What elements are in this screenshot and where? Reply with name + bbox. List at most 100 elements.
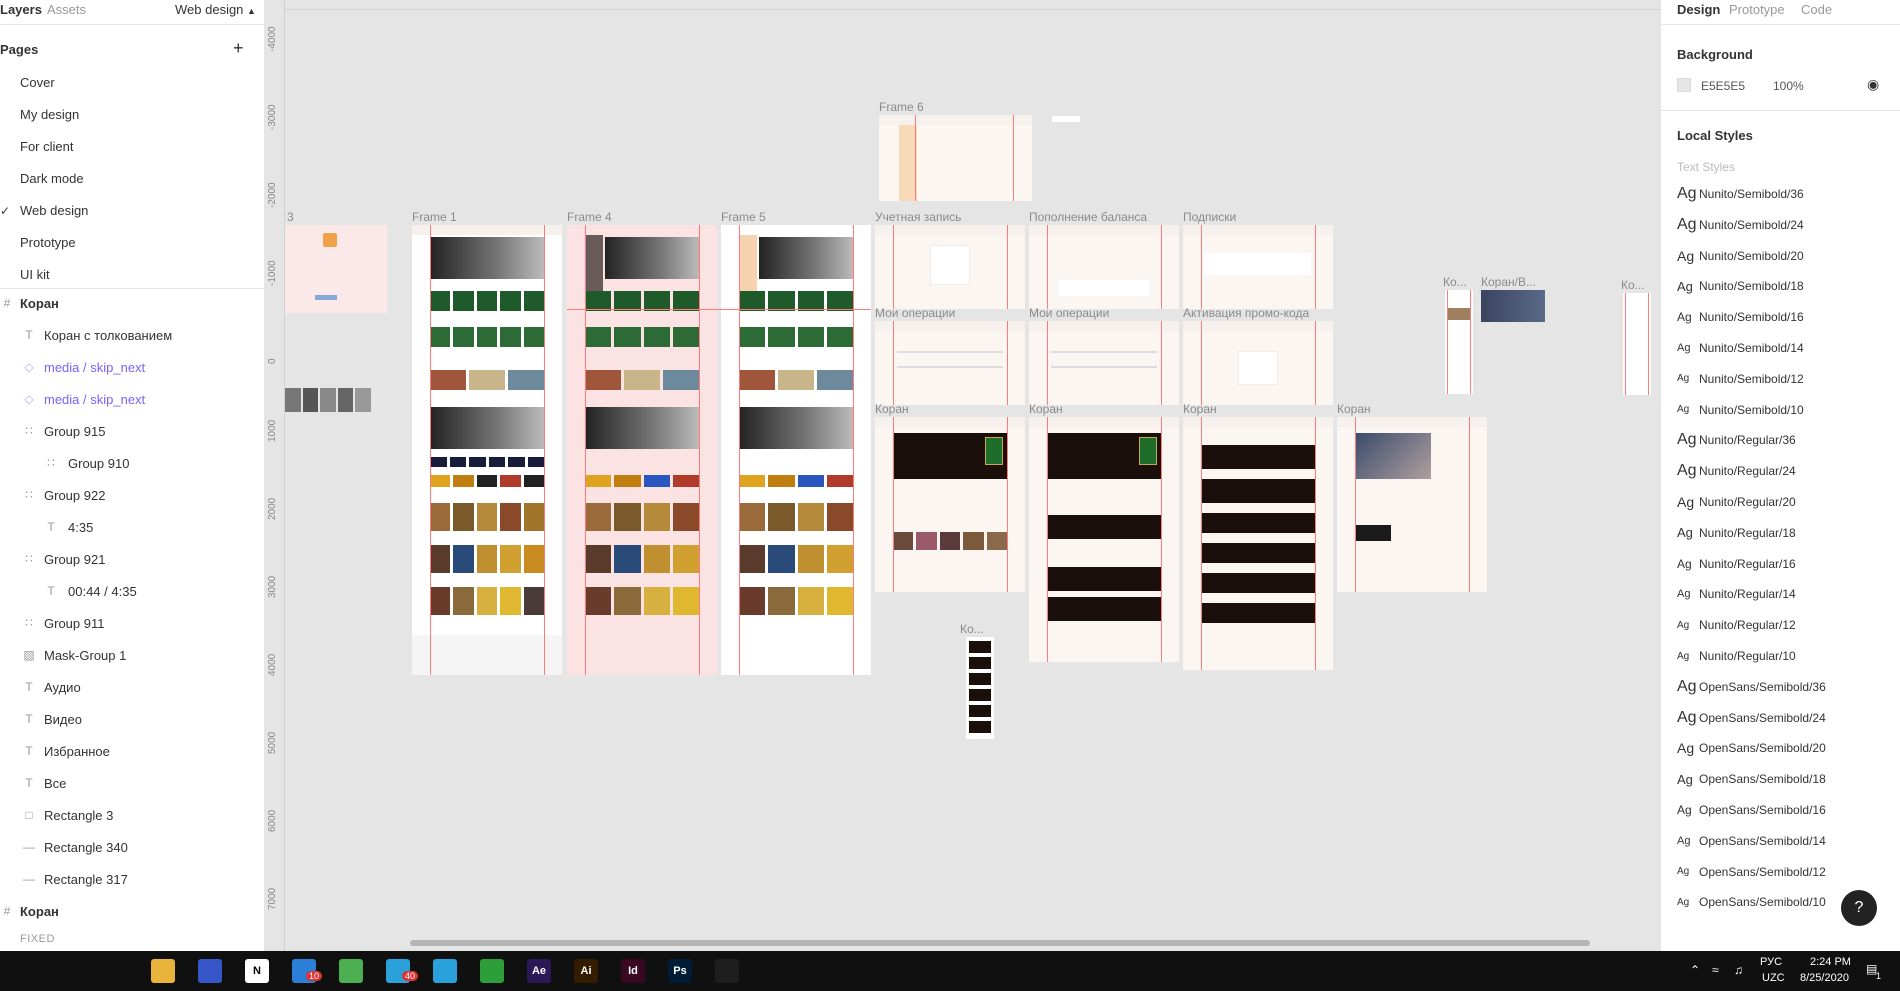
layer-row[interactable]: T Коран с толкованием bbox=[0, 319, 264, 351]
text-style-item[interactable]: Ag OpenSans/Semibold/10 bbox=[1677, 892, 1826, 912]
text-style-item[interactable]: Ag Nunito/Semibold/18 bbox=[1677, 276, 1804, 296]
layer-row[interactable]: # Коран bbox=[0, 287, 264, 319]
text-style-item[interactable]: Ag OpenSans/Semibold/20 bbox=[1677, 738, 1826, 758]
language-indicator[interactable]: РУС bbox=[1760, 956, 1782, 968]
small-element[interactable] bbox=[1052, 116, 1080, 122]
text-style-item[interactable]: Ag Nunito/Regular/10 bbox=[1677, 646, 1796, 666]
frame-koran-video[interactable] bbox=[1481, 290, 1545, 322]
layer-row[interactable]: — Rectangle 317 bbox=[0, 863, 264, 895]
text-style-item[interactable]: Ag Nunito/Regular/24 bbox=[1677, 461, 1796, 481]
layer-row[interactable]: T 00:44 / 4:35 bbox=[0, 575, 264, 607]
text-style-item[interactable]: Ag Nunito/Semibold/24 bbox=[1677, 215, 1804, 235]
text-style-item[interactable]: Ag Nunito/Regular/36 bbox=[1677, 430, 1796, 450]
text-style-item[interactable]: Ag Nunito/Semibold/10 bbox=[1677, 400, 1804, 420]
file-explorer-icon[interactable] bbox=[151, 959, 175, 983]
layer-row[interactable]: ∷ Group 915 bbox=[0, 415, 264, 447]
telegram2-icon[interactable] bbox=[433, 959, 457, 983]
chevron-up-icon[interactable]: ⌃ bbox=[1690, 963, 1700, 977]
layer-row[interactable]: # Коран bbox=[0, 895, 264, 927]
layer-row[interactable]: ∷ Group 910 bbox=[0, 447, 264, 479]
frame-subs[interactable] bbox=[1183, 225, 1333, 309]
current-page-selector[interactable]: Web design ▲ bbox=[175, 2, 256, 17]
photoshop-icon[interactable]: Ps bbox=[668, 959, 692, 983]
language-indicator-secondary[interactable]: UZC bbox=[1762, 972, 1785, 984]
figma-icon[interactable] bbox=[715, 959, 739, 983]
layer-row[interactable]: □ Rectangle 3 bbox=[0, 799, 264, 831]
frame-ko-2[interactable] bbox=[1445, 290, 1473, 394]
tab-assets[interactable]: Assets bbox=[47, 2, 86, 17]
layer-row[interactable]: T Все bbox=[0, 767, 264, 799]
background-hex[interactable]: E5E5E5 bbox=[1701, 79, 1745, 93]
eye-icon[interactable]: ◉ bbox=[1867, 76, 1879, 93]
text-style-item[interactable]: Ag Nunito/Semibold/14 bbox=[1677, 338, 1804, 358]
frame-promo[interactable] bbox=[1183, 321, 1333, 405]
frame-ko-1[interactable] bbox=[966, 637, 994, 739]
text-style-item[interactable]: Ag Nunito/Semibold/16 bbox=[1677, 307, 1804, 327]
text-style-item[interactable]: Ag OpenSans/Semibold/12 bbox=[1677, 862, 1826, 882]
clock-date[interactable]: 8/25/2020 bbox=[1800, 972, 1849, 984]
text-style-item[interactable]: Ag OpenSans/Semibold/14 bbox=[1677, 831, 1826, 851]
volume-icon[interactable]: ♫ bbox=[1734, 963, 1743, 977]
text-style-item[interactable]: Ag Nunito/Regular/12 bbox=[1677, 615, 1796, 635]
save-icon[interactable] bbox=[198, 959, 222, 983]
page-item[interactable]: My design bbox=[20, 107, 79, 122]
layer-row[interactable]: T Аудио bbox=[0, 671, 264, 703]
text-style-item[interactable]: Ag Nunito/Regular/20 bbox=[1677, 492, 1796, 512]
layer-row[interactable]: ◇ media / skip_next bbox=[0, 351, 264, 383]
text-style-item[interactable]: Ag Nunito/Regular/14 bbox=[1677, 584, 1796, 604]
page-item[interactable]: For client bbox=[20, 139, 73, 154]
text-style-item[interactable]: Ag Nunito/Semibold/12 bbox=[1677, 369, 1804, 389]
page-item[interactable]: Dark mode bbox=[20, 171, 84, 186]
text-style-item[interactable]: Ag Nunito/Semibold/20 bbox=[1677, 246, 1804, 266]
layer-row[interactable]: ◇ media / skip_next bbox=[0, 383, 264, 415]
page-item[interactable]: Web design bbox=[20, 203, 88, 218]
frame-ko-3[interactable] bbox=[1623, 293, 1651, 395]
illustrator-icon[interactable]: Ai bbox=[574, 959, 598, 983]
frame-account[interactable] bbox=[875, 225, 1025, 309]
wifi-icon[interactable]: ≈ bbox=[1712, 963, 1719, 977]
frame-6[interactable] bbox=[879, 115, 1032, 201]
help-button[interactable]: ? bbox=[1841, 890, 1877, 926]
camtasia-icon[interactable] bbox=[480, 959, 504, 983]
task-view-icon[interactable] bbox=[104, 959, 128, 983]
frame-quran-4[interactable] bbox=[1337, 417, 1487, 592]
frame-quran-2[interactable] bbox=[1029, 417, 1179, 662]
layer-row[interactable]: ▧ Mask-Group 1 bbox=[0, 639, 264, 671]
frame-1[interactable] bbox=[412, 225, 562, 675]
after-effects-icon[interactable]: Ae bbox=[527, 959, 551, 983]
frame-quran-1[interactable] bbox=[875, 417, 1025, 592]
tab-layers[interactable]: Layers bbox=[0, 2, 42, 17]
page-item[interactable]: Prototype bbox=[20, 235, 76, 250]
tab-code[interactable]: Code bbox=[1801, 2, 1832, 17]
text-style-item[interactable]: Ag OpenSans/Semibold/24 bbox=[1677, 708, 1826, 728]
horizontal-scrollbar[interactable] bbox=[410, 940, 1590, 946]
tab-design[interactable]: Design bbox=[1677, 2, 1720, 17]
text-style-item[interactable]: Ag OpenSans/Semibold/18 bbox=[1677, 769, 1826, 789]
canvas[interactable]: -4000 -3000 -2000 -1000 0 1000 2000 3000 4000 500… bbox=[265, 0, 1660, 951]
layer-row[interactable]: ∷ Group 921 bbox=[0, 543, 264, 575]
text-style-item[interactable]: Ag Nunito/Semibold/36 bbox=[1677, 184, 1804, 204]
layer-row[interactable]: ∷ Group 911 bbox=[0, 607, 264, 639]
add-page-icon[interactable]: + bbox=[233, 38, 244, 59]
start-icon[interactable] bbox=[10, 959, 34, 983]
layer-row[interactable]: ∷ Group 922 bbox=[0, 479, 264, 511]
layer-row[interactable]: — Rectangle 340 bbox=[0, 831, 264, 863]
chrome-icon[interactable] bbox=[339, 959, 363, 983]
text-style-item[interactable]: Ag Nunito/Regular/18 bbox=[1677, 523, 1796, 543]
text-style-item[interactable]: Ag OpenSans/Semibold/16 bbox=[1677, 800, 1826, 820]
background-opacity[interactable]: 100% bbox=[1773, 79, 1804, 93]
tab-prototype[interactable]: Prototype bbox=[1729, 2, 1785, 17]
layer-row[interactable]: T Видео bbox=[0, 703, 264, 735]
frame-quran-3[interactable] bbox=[1183, 417, 1333, 670]
layer-row[interactable]: T Избранное bbox=[0, 735, 264, 767]
page-item[interactable]: Cover bbox=[20, 75, 55, 90]
page-item[interactable]: UI kit bbox=[20, 267, 50, 282]
search-icon[interactable] bbox=[57, 959, 81, 983]
notion-icon[interactable]: N bbox=[245, 959, 269, 983]
frame-3[interactable] bbox=[285, 225, 387, 313]
indesign-icon[interactable]: Id bbox=[621, 959, 645, 983]
frame-5[interactable] bbox=[721, 225, 871, 675]
text-style-item[interactable]: Ag Nunito/Regular/16 bbox=[1677, 554, 1796, 574]
clock-time[interactable]: 2:24 PM bbox=[1810, 956, 1851, 968]
frame-ops-2[interactable] bbox=[1029, 321, 1179, 405]
